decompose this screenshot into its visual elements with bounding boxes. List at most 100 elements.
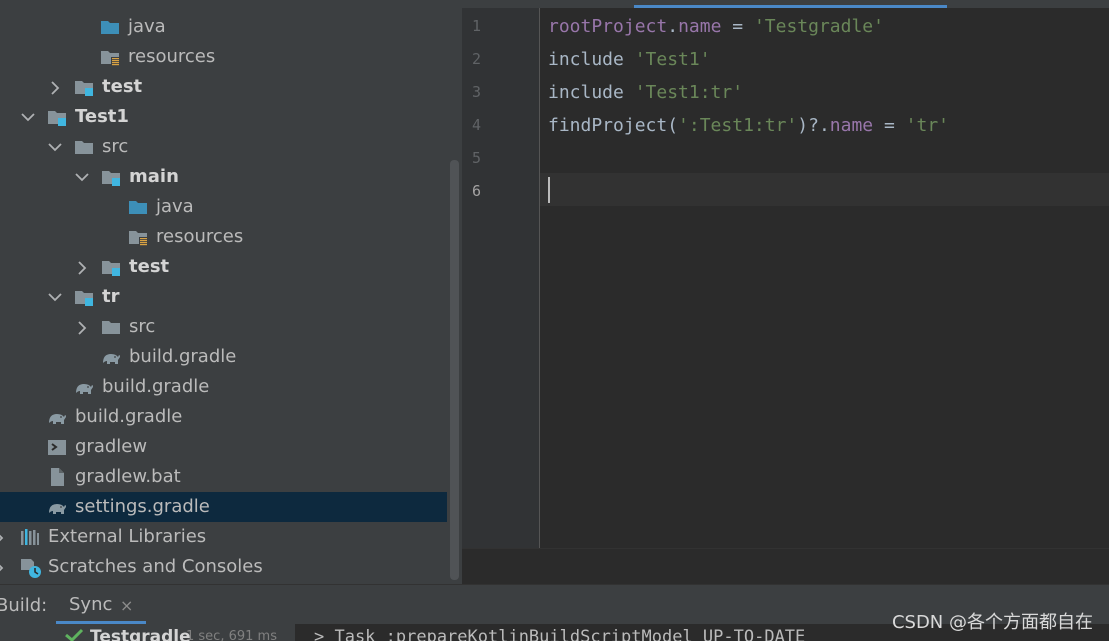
tree-item-java[interactable]: java [0,192,462,222]
folder-resources-icon [100,47,120,67]
module-folder-icon [47,107,67,127]
identifier: rootProject [548,16,668,37]
tree-item-resources[interactable]: resources [0,222,462,252]
tree-item-external-libraries[interactable]: External Libraries [0,522,462,552]
code-token: = [873,115,906,136]
tree-item-label: tr [102,286,120,307]
text-caret [548,177,550,203]
tree-item-resources[interactable]: resources [0,42,462,72]
active-tab-indicator [634,5,947,8]
code-token: . [667,16,679,37]
tree-item-main[interactable]: main [0,162,462,192]
checkmark-icon [65,628,84,641]
folder-resources-icon [128,227,148,247]
module-folder-icon [74,77,94,97]
tree-item-scratches-and-consoles[interactable]: Scratches and Consoles [0,552,462,582]
tree-item-label: main [129,166,179,187]
build-tree: Testgradle 1 sec, 691 ms [0,624,295,641]
code-line[interactable]: include 'Test1:tr' [548,76,743,109]
tree-item-build-gradle[interactable]: build.gradle [0,342,462,372]
tree-item-label: build.gradle [75,406,183,427]
folder-icon [74,137,94,157]
gradle-elephant-icon [47,497,67,517]
chevron-right-icon[interactable] [76,312,90,342]
chevron-right-icon[interactable] [49,72,63,102]
code-line[interactable]: rootProject.name = 'Testgradle' [548,10,884,43]
tree-item-label: java [128,16,166,37]
code-token: include [548,82,635,103]
tree-item-tr[interactable]: tr [0,282,462,312]
tree-item-label: Scratches and Consoles [48,556,263,577]
tree-item-label: gradlew.bat [75,466,181,487]
folder-icon [101,317,121,337]
chevron-down-icon[interactable] [21,102,35,132]
folder-source-icon [128,197,148,217]
string-literal: 'tr' [905,115,950,136]
tree-item-test[interactable]: test [0,252,462,282]
tree-item-test[interactable]: test [0,72,462,102]
watermark: CSDN @各个方面都自在 [891,612,1093,633]
code-editor[interactable]: rootProject.name = 'Testgradle' include '… [462,0,1109,585]
chevron-right-icon[interactable] [0,522,7,552]
gradle-elephant-icon [101,347,121,367]
gradle-elephant-icon [47,407,67,427]
current-line-highlight [462,173,1109,206]
string-literal: 'Testgradle' [753,16,884,37]
tree-item-label: resources [156,226,244,247]
file-icon [47,467,67,487]
tree-item-label: java [156,196,194,217]
libraries-icon [20,527,40,547]
project-tree: java resources test Test1 src main java resourc… [0,0,462,584]
gradle-elephant-icon [74,377,94,397]
folder-source-icon [100,17,120,37]
string-literal: 'Test1:tr' [634,82,744,103]
tree-item-label: gradlew [75,436,148,457]
tree-item-java[interactable]: java [0,12,462,42]
tree-item-label: test [102,76,143,97]
tree-item-label: src [102,136,129,157]
tree-item-gradlew-bat[interactable]: gradlew.bat [0,462,462,492]
tree-item-label: External Libraries [48,526,207,547]
code-token: include [548,49,635,70]
tree-item-src[interactable]: src [0,312,462,342]
tab-sync[interactable]: Sync × [56,584,146,624]
tree-scrollbar-thumb[interactable] [450,160,459,580]
line-number: 1 [472,17,482,35]
tree-item-label: build.gradle [129,346,237,367]
line-number: 4 [472,116,482,134]
identifier: name [678,16,722,37]
chevron-down-icon[interactable] [75,162,89,192]
sync-tab-label: Sync [69,594,113,615]
line-number: 3 [472,83,482,101]
tree-item-src[interactable]: src [0,132,462,162]
build-item-time: 1 sec, 691 ms [186,629,277,641]
line-number: 5 [472,149,482,167]
code-line[interactable]: findProject(':Test1:tr')?.name = 'tr' [548,109,949,142]
tree-item-settings-gradle[interactable]: settings.gradle [0,492,462,522]
close-icon[interactable]: × [120,596,133,615]
tree-item-build-gradle[interactable]: build.gradle [0,402,462,432]
tree-item-label: src [129,316,156,337]
chevron-down-icon[interactable] [48,282,62,312]
module-folder-icon [101,257,121,277]
terminal-script-icon [47,437,67,457]
module-folder-icon [74,287,94,307]
build-label: Build: [0,595,48,616]
build-log-line: > Task :prepareKotlinBuildScriptModel UP… [314,627,806,641]
code-token: )?. [797,115,830,136]
tree-item-label: Test1 [75,106,129,127]
chevron-down-icon[interactable] [48,132,62,162]
chevron-right-icon[interactable] [0,552,7,582]
gutter-divider [539,8,540,548]
code-token: = [721,16,754,37]
line-number: 2 [472,50,482,68]
tree-item-gradlew[interactable]: gradlew [0,432,462,462]
identifier: name [829,115,874,136]
code-line[interactable]: include 'Test1' [548,43,711,76]
tree-item-build-gradle[interactable]: build.gradle [0,372,462,402]
tree-item-test1[interactable]: Test1 [0,102,462,132]
chevron-right-icon[interactable] [76,252,90,282]
build-item-label[interactable]: Testgradle [90,627,191,641]
scratches-icon [20,557,41,578]
tree-item-label: test [129,256,170,277]
